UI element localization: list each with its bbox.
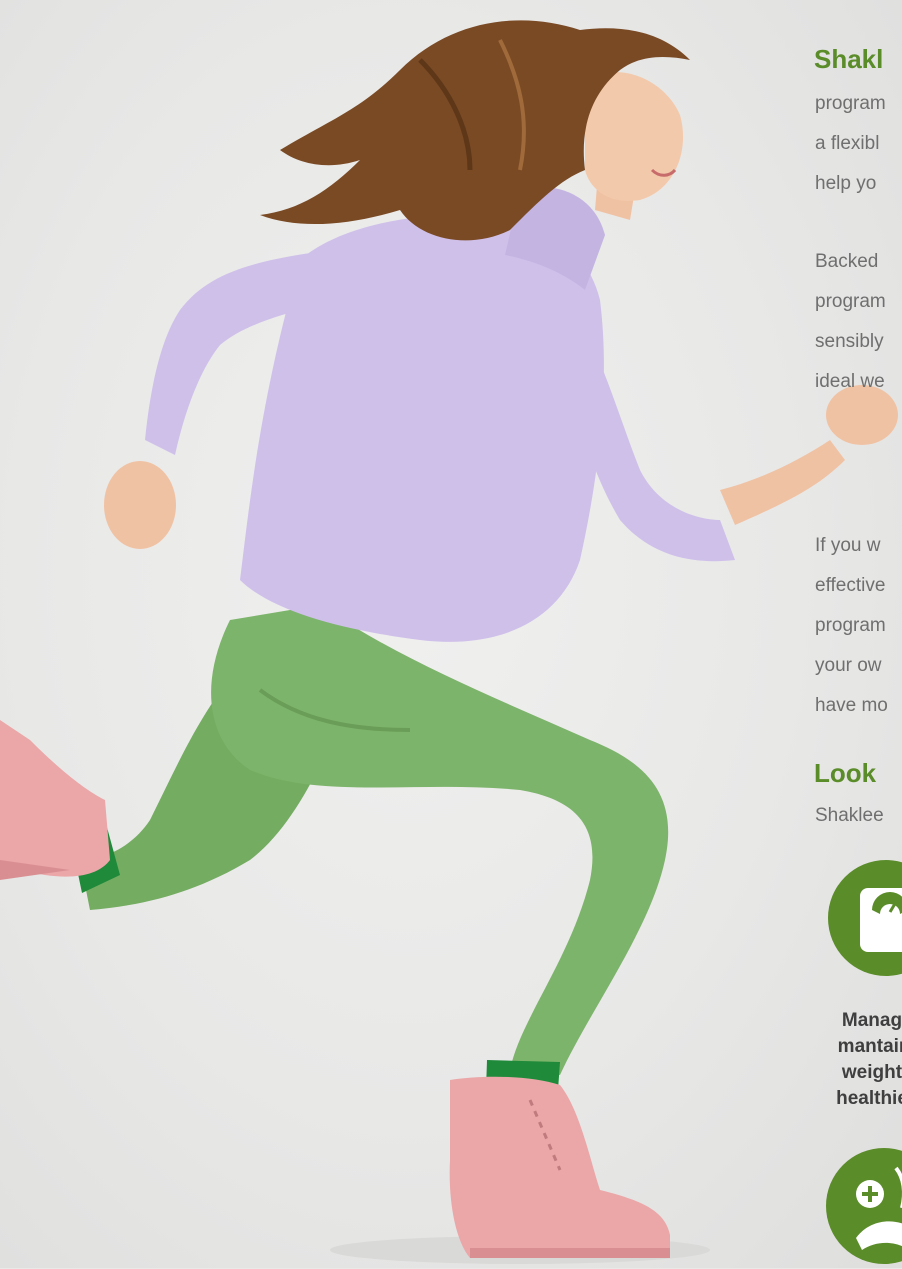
- text-line: a flexibl: [815, 133, 880, 154]
- scale-icon-badge: [828, 860, 902, 976]
- text-line: effective: [815, 575, 886, 596]
- text-line: ideal we: [815, 371, 885, 392]
- text-line: weight: [841, 1062, 902, 1083]
- paragraph-2: Backed program sensibly ideal we: [815, 242, 886, 402]
- paragraph-3: If you w effective program your ow have …: [815, 526, 888, 726]
- scale-icon: [860, 888, 902, 952]
- paragraph-1: program a flexibl help yo: [815, 84, 886, 204]
- text-line: mantair: [837, 1036, 902, 1057]
- look-subtitle: Shaklee: [815, 805, 884, 826]
- health-meal-icon: [856, 1166, 902, 1250]
- text-line: sensibly: [815, 331, 884, 352]
- text-line: healthie: [836, 1088, 902, 1109]
- text-line: your ow: [815, 655, 882, 676]
- text-line: program: [815, 615, 886, 636]
- text-line: program: [815, 291, 886, 312]
- look-heading: Look: [814, 758, 877, 788]
- text-line: program: [815, 93, 886, 114]
- text-line: Backed: [815, 251, 879, 272]
- health-meal-icon-badge: [826, 1148, 902, 1264]
- feature-caption: Manag mantair weight healthie: [802, 1008, 902, 1112]
- text-line: have mo: [815, 695, 888, 716]
- text-line: help yo: [815, 173, 877, 194]
- jumping-woman-photo: [0, 20, 898, 1264]
- text-line: If you w: [815, 535, 881, 556]
- section-title: Shakl: [814, 44, 884, 74]
- text-line: Manag: [841, 1010, 902, 1031]
